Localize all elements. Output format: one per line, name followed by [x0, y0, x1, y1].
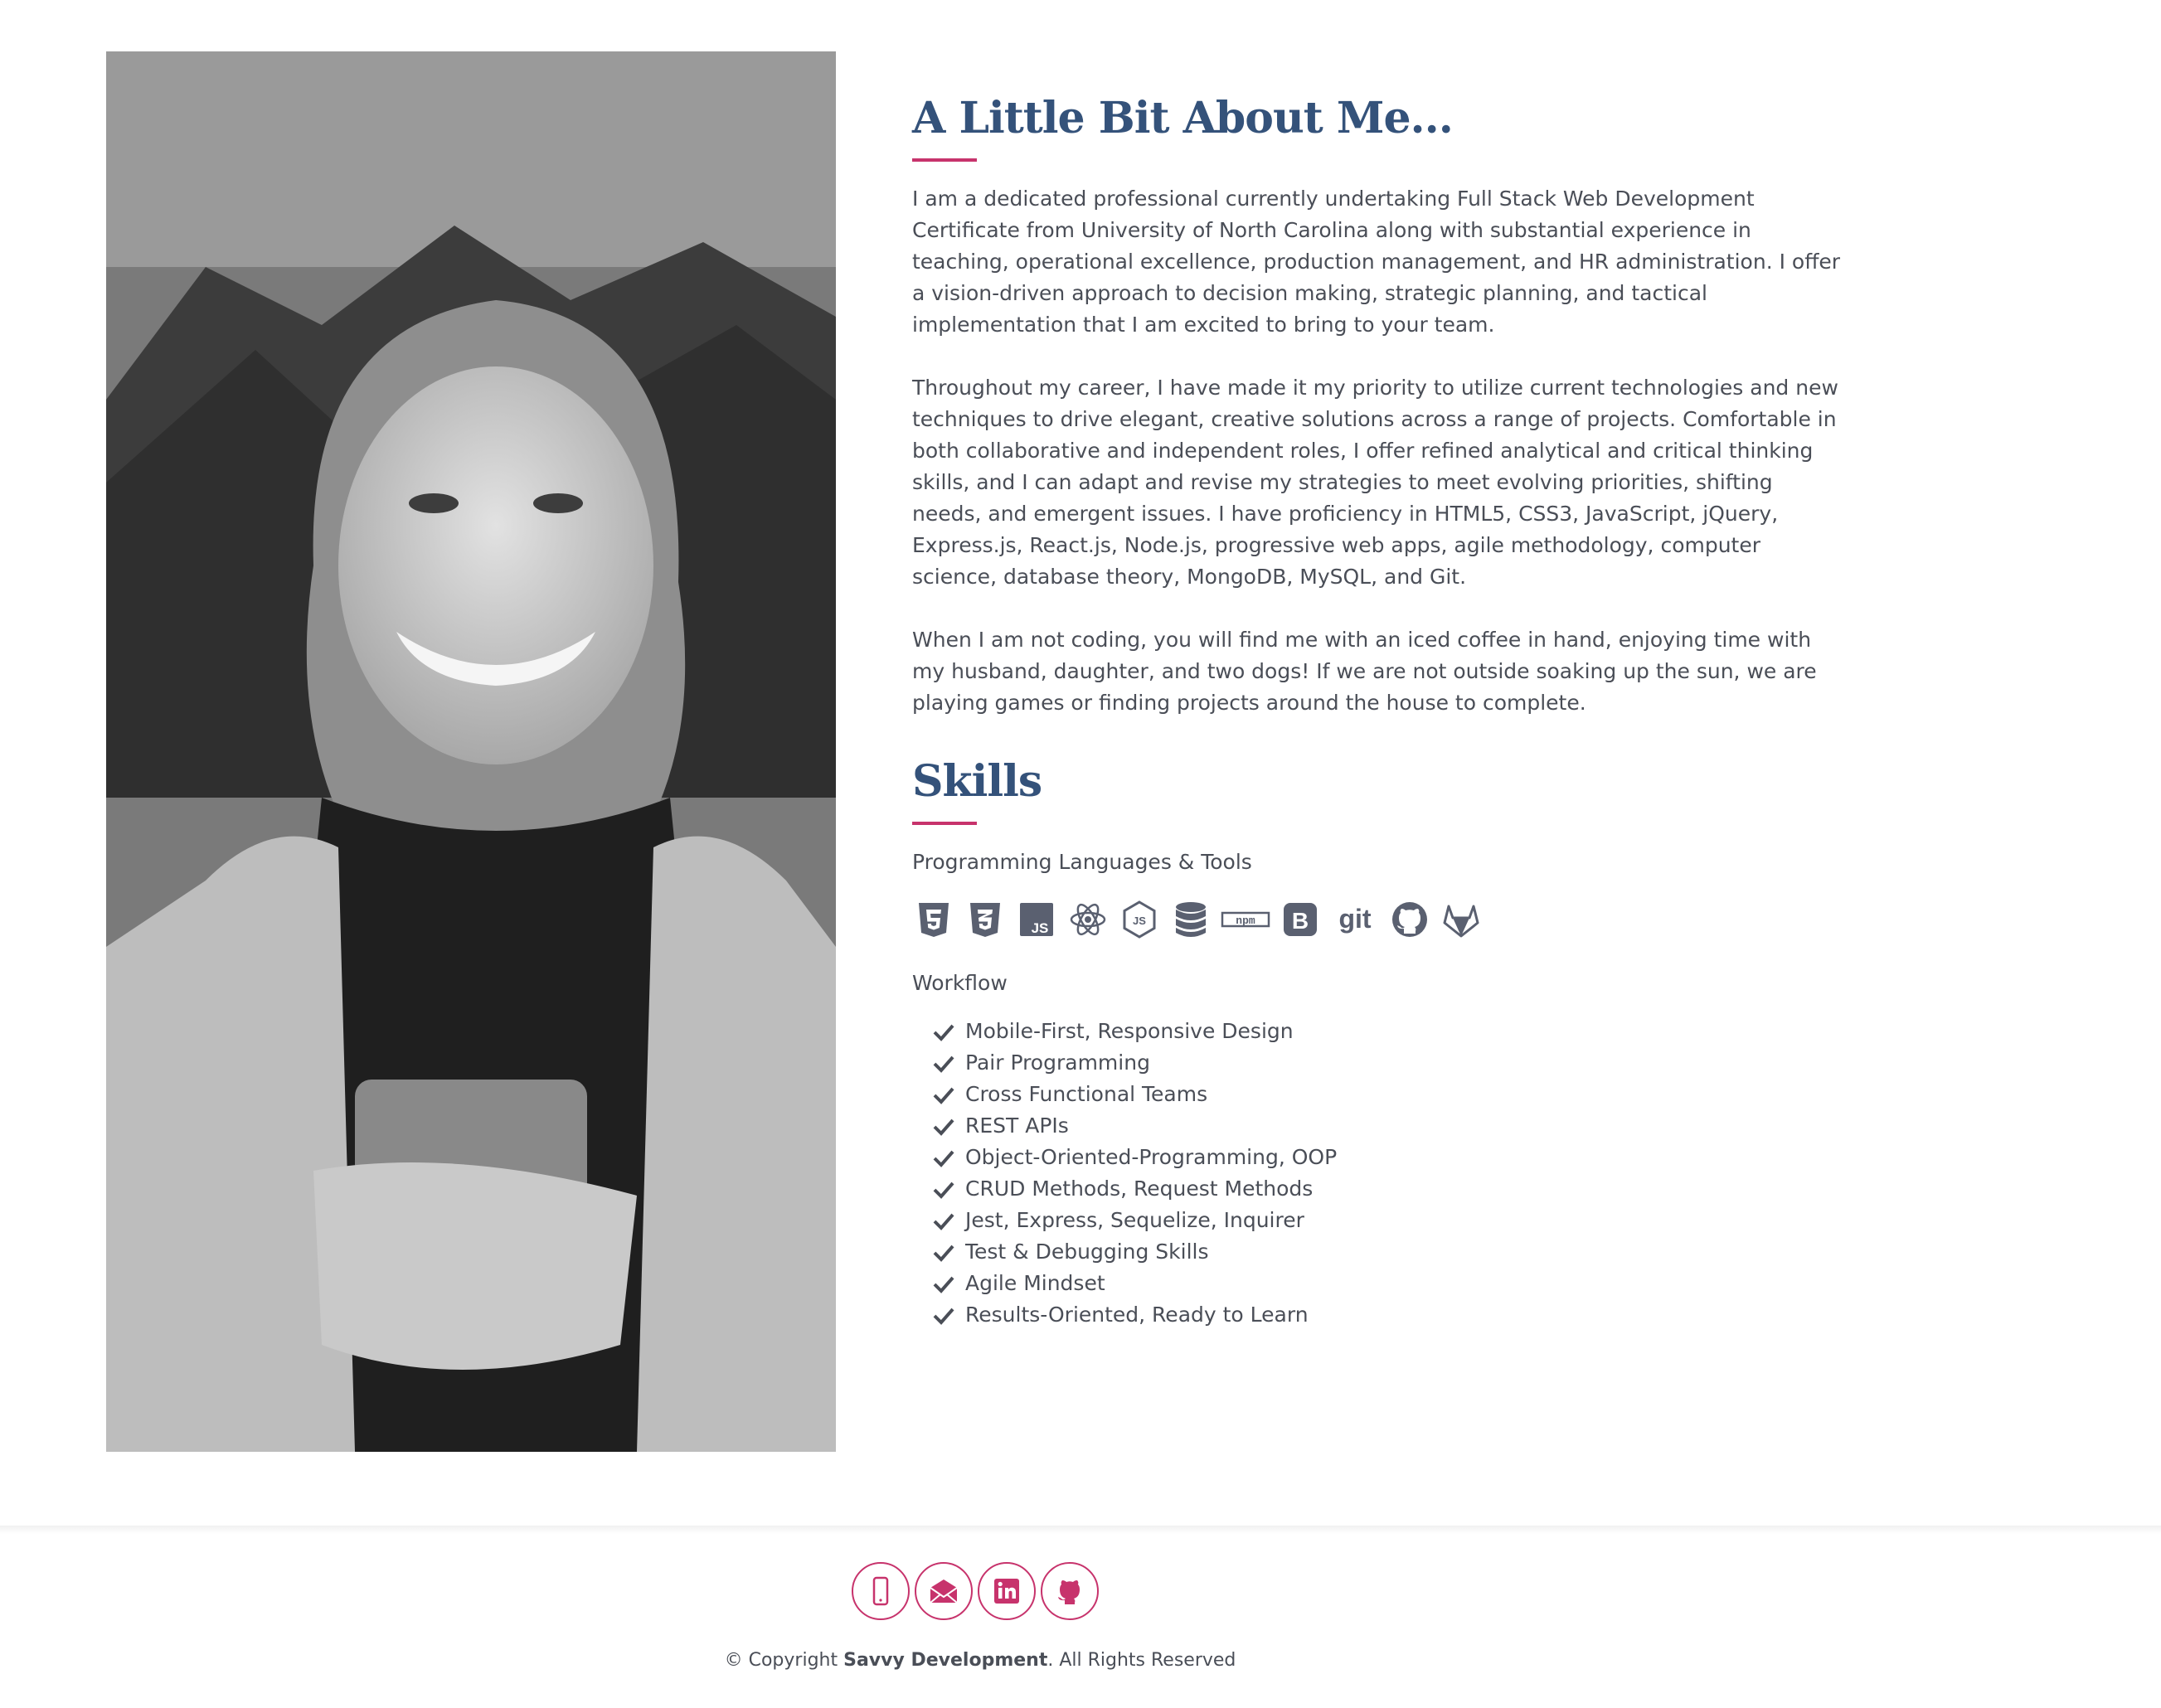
- github-icon: [1388, 898, 1431, 941]
- about-paragraph-2: Throughout my career, I have made it my …: [912, 376, 1838, 589]
- tools-icon-row: JS JS npm B git: [912, 895, 1841, 944]
- github-link[interactable]: [1041, 1562, 1099, 1620]
- git-icon: git: [1330, 898, 1380, 941]
- workflow-item-label: Pair Programming: [965, 1051, 1150, 1075]
- css3-icon: [964, 898, 1007, 941]
- list-item: Jest, Express, Sequelize, Inquirer: [932, 1205, 1841, 1236]
- check-icon: [932, 1146, 955, 1169]
- javascript-icon: JS: [1015, 898, 1058, 941]
- workflow-item-label: Cross Functional Teams: [965, 1082, 1208, 1106]
- list-item: Agile Mindset: [932, 1268, 1841, 1299]
- check-icon: [932, 1114, 955, 1138]
- svg-text:JS: JS: [1133, 915, 1146, 927]
- bootstrap-icon-text: B: [1292, 908, 1309, 934]
- javascript-icon-text: JS: [1032, 920, 1049, 936]
- workflow-item-label: Results-Oriented, Ready to Learn: [965, 1303, 1309, 1327]
- npm-icon-text: npm: [1236, 915, 1255, 927]
- nodejs-icon: JS: [1118, 898, 1161, 941]
- workflow-item-label: Object-Oriented-Programming, OOP: [965, 1145, 1338, 1169]
- check-icon: [932, 1240, 955, 1264]
- check-icon: [932, 1177, 955, 1201]
- workflow-item-label: Jest, Express, Sequelize, Inquirer: [965, 1208, 1304, 1232]
- profile-photo: [106, 51, 836, 1452]
- workflow-label: Workflow: [912, 971, 1008, 995]
- check-icon: [932, 1209, 955, 1232]
- html5-icon: [912, 898, 955, 941]
- workflow-item-label: CRUD Methods, Request Methods: [965, 1177, 1314, 1201]
- workflow-item-label: Agile Mindset: [965, 1271, 1105, 1295]
- check-icon: [932, 1051, 955, 1075]
- phone-icon: [872, 1576, 889, 1606]
- workflow-list: Mobile-First, Responsive Design Pair Pro…: [912, 1016, 1841, 1331]
- tools-label: Programming Languages & Tools: [912, 850, 1252, 874]
- bootstrap-icon: B: [1279, 898, 1322, 941]
- list-item: Results-Oriented, Ready to Learn: [932, 1299, 1841, 1331]
- list-item: Test & Debugging Skills: [932, 1236, 1841, 1268]
- copyright-suffix: . All Rights Reserved: [1047, 1650, 1236, 1671]
- git-icon-text: git: [1338, 904, 1371, 934]
- about-heading-underline: [912, 158, 977, 162]
- github-icon: [1058, 1580, 1080, 1604]
- profile-photo-illustration: [106, 51, 836, 1452]
- npm-icon: npm: [1221, 898, 1270, 941]
- about-section: A Little Bit About Me... I am a dedicate…: [912, 87, 1841, 1331]
- footer-divider: [0, 1526, 2161, 1534]
- skills-heading: Skills: [912, 756, 1042, 807]
- check-icon: [932, 1083, 955, 1106]
- list-item: Mobile-First, Responsive Design: [932, 1016, 1841, 1047]
- company-name: Savvy Development: [843, 1650, 1048, 1671]
- check-icon: [932, 1020, 955, 1043]
- list-item: Object-Oriented-Programming, OOP: [932, 1142, 1841, 1173]
- skills-heading-underline: [912, 822, 977, 825]
- email-link[interactable]: [915, 1562, 973, 1620]
- gitlab-icon: [1440, 898, 1483, 941]
- list-item: Cross Functional Teams: [932, 1079, 1841, 1110]
- database-icon: [1169, 898, 1212, 941]
- copyright-prefix: © Copyright: [724, 1650, 844, 1671]
- check-icon: [932, 1272, 955, 1295]
- workflow-item-label: Test & Debugging Skills: [965, 1240, 1209, 1264]
- react-icon: [1066, 898, 1110, 941]
- linkedin-link[interactable]: [978, 1562, 1036, 1620]
- workflow-item-label: Mobile-First, Responsive Design: [965, 1019, 1294, 1043]
- about-paragraph-1: I am a dedicated professional currently …: [912, 187, 1841, 337]
- list-item: Pair Programming: [932, 1047, 1841, 1079]
- linkedin-icon: [994, 1579, 1019, 1604]
- workflow-item-label: REST APIs: [965, 1114, 1069, 1138]
- email-icon: [930, 1579, 958, 1604]
- list-item: REST APIs: [932, 1110, 1841, 1142]
- phone-link[interactable]: [852, 1562, 910, 1620]
- about-paragraph-3: When I am not coding, you will find me w…: [912, 628, 1817, 715]
- check-icon: [932, 1303, 955, 1327]
- list-item: CRUD Methods, Request Methods: [932, 1173, 1841, 1205]
- social-links: [852, 1562, 1099, 1620]
- about-heading: A Little Bit About Me...: [912, 93, 1454, 143]
- copyright: © Copyright Savvy Development. All Right…: [0, 1650, 1960, 1671]
